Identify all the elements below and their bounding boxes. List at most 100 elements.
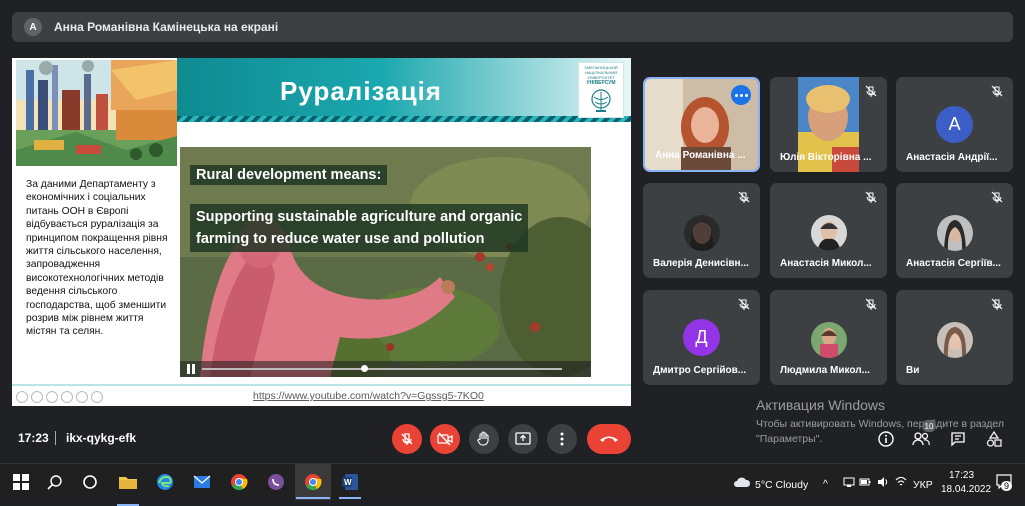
participant-name: Анастасія Сергіїв... — [906, 258, 1001, 269]
present-icon — [515, 432, 531, 445]
presenter-banner: А Анна Романівна Камінецька на екрані — [12, 12, 1013, 42]
present-screen-button[interactable] — [508, 424, 538, 454]
activation-watermark-title: Активация Windows — [756, 397, 886, 413]
divider — [55, 431, 56, 445]
mic-toggle-button[interactable] — [392, 424, 422, 454]
participant-name: Валерія Денисівн... — [653, 258, 749, 269]
participant-tile[interactable]: Анастасія Сергіїв... — [896, 183, 1013, 278]
hang-up-icon — [600, 436, 618, 442]
leave-call-button[interactable] — [587, 424, 631, 454]
participant-tile[interactable]: Людмила Микол... — [770, 290, 887, 385]
task-view-icon[interactable] — [79, 471, 101, 493]
more-vert-icon — [560, 432, 564, 446]
presenter-banner-text: Анна Романівна Камінецька на екрані — [54, 20, 279, 34]
participant-name: Людмила Микол... — [780, 365, 870, 376]
more-icon[interactable] — [91, 391, 103, 403]
keyboard-language[interactable]: УКР — [913, 479, 933, 491]
participant-tile[interactable]: Юлія Вікторівна ... — [770, 77, 887, 172]
weather-text[interactable]: 5°C Cloudy — [755, 479, 808, 491]
mic-off-icon — [865, 85, 877, 97]
zoom-icon[interactable] — [76, 391, 88, 403]
participant-avatar-letter: Д — [683, 319, 720, 356]
participant-avatar-letter: А — [936, 106, 973, 143]
more-options-button[interactable] — [731, 85, 751, 105]
hand-icon — [477, 431, 489, 446]
chat-button[interactable] — [948, 429, 968, 449]
people-icon — [912, 432, 930, 446]
camera-toggle-button[interactable] — [430, 424, 460, 454]
mic-off-icon — [738, 298, 750, 310]
participant-name: Юлія Вікторівна ... — [780, 152, 872, 163]
video-caption-text: Supporting sustainable agriculture and o… — [190, 204, 529, 252]
video-progress-track[interactable] — [202, 368, 562, 370]
raise-hand-button[interactable] — [469, 424, 499, 454]
participant-tile[interactable]: Ви — [896, 290, 1013, 385]
mic-off-icon — [865, 298, 877, 310]
participant-tile[interactable]: Анна Романівна ... — [643, 77, 760, 172]
video-controls — [180, 361, 591, 377]
logo-line2: УНІВЕРСУМ — [586, 80, 616, 86]
mail-icon[interactable] — [191, 471, 213, 493]
edge-icon[interactable] — [154, 471, 176, 493]
participant-avatar-photo — [811, 322, 847, 358]
slide-title: Руралізація — [280, 76, 442, 106]
meeting-time: 17:23 — [18, 431, 49, 445]
video-progress-handle[interactable] — [361, 365, 368, 372]
participant-avatar-photo — [937, 215, 973, 251]
participant-avatar-photo — [811, 215, 847, 251]
participant-name: Анна Романівна ... — [655, 150, 746, 161]
mic-off-icon — [991, 191, 1003, 203]
mic-off-icon — [738, 191, 750, 203]
slide-body-text: За даними Департаменту з економічних і с… — [26, 179, 168, 338]
search-icon[interactable] — [44, 471, 66, 493]
chrome-icon[interactable] — [228, 471, 250, 493]
file-explorer-icon[interactable] — [117, 471, 139, 493]
slideshow-toolbar — [16, 391, 103, 403]
people-button[interactable] — [911, 429, 931, 449]
pause-icon[interactable] — [186, 364, 196, 374]
participant-tile[interactable]: Анастасія Микол... — [770, 183, 887, 278]
viber-icon[interactable] — [265, 471, 287, 493]
slide-illustration — [16, 60, 177, 166]
clock-time[interactable]: 17:23 — [949, 470, 974, 481]
video-caption-heading: Rural development means: — [190, 165, 388, 185]
video-caption-line1: Supporting sustainable agriculture and o… — [196, 209, 523, 225]
windows-taskbar: W 5°C Cloudy ^ УКР 17:23 18.04.2022 9 — [0, 463, 1025, 506]
participant-name: Дмитро Сергійов... — [653, 365, 747, 376]
mic-off-icon — [991, 85, 1003, 97]
pen-icon[interactable] — [46, 391, 58, 403]
participant-avatar-photo — [937, 322, 973, 358]
slide-footer-line — [12, 384, 631, 386]
logo-line1: ХМЕЛЬНИЦЬКИЙ НАЦІОНАЛЬНИЙ УНІВЕРСИТЕТ — [584, 65, 618, 80]
chevron-up-icon[interactable]: ^ — [823, 478, 828, 490]
notification-count: 9 — [1001, 481, 1013, 491]
word-icon[interactable]: W — [339, 471, 361, 493]
participant-name: Ви — [906, 365, 920, 376]
grid-icon[interactable] — [61, 391, 73, 403]
prev-slide-icon[interactable] — [16, 391, 28, 403]
presenter-avatar: А — [24, 18, 42, 36]
participant-tile[interactable]: Валерія Денисівн... — [643, 183, 760, 278]
more-options-button[interactable] — [547, 424, 577, 454]
participant-name: Анастасія Микол... — [780, 258, 872, 269]
mic-off-icon — [865, 191, 877, 203]
chrome-active-icon[interactable] — [302, 471, 324, 493]
meeting-details-button[interactable] — [876, 429, 896, 449]
participant-name: Анастасія Андрії... — [906, 152, 998, 163]
mic-off-icon — [401, 433, 413, 445]
video-link[interactable]: https://www.youtube.com/watch?v=Ggssg5-7… — [253, 390, 484, 402]
slide-header-stripe — [177, 116, 631, 122]
participant-tile[interactable]: А Анастасія Андрії... — [896, 77, 1013, 172]
participant-tile[interactable]: Д Дмитро Сергійов... — [643, 290, 760, 385]
embedded-video[interactable]: Rural development means: Supporting sust… — [180, 147, 591, 377]
mic-off-icon — [991, 298, 1003, 310]
activities-button[interactable] — [984, 429, 1004, 449]
meeting-code: ikx-qykg-efk — [66, 431, 137, 445]
clock-date[interactable]: 18.04.2022 — [941, 484, 991, 495]
tree-icon — [591, 89, 611, 112]
next-slide-icon[interactable] — [31, 391, 43, 403]
camera-off-icon — [437, 432, 453, 446]
windows-start-icon[interactable] — [10, 471, 32, 493]
meet-window: А Анна Романівна Камінецька на екрані Ру… — [0, 0, 1025, 463]
wifi-icon[interactable] — [890, 471, 912, 493]
